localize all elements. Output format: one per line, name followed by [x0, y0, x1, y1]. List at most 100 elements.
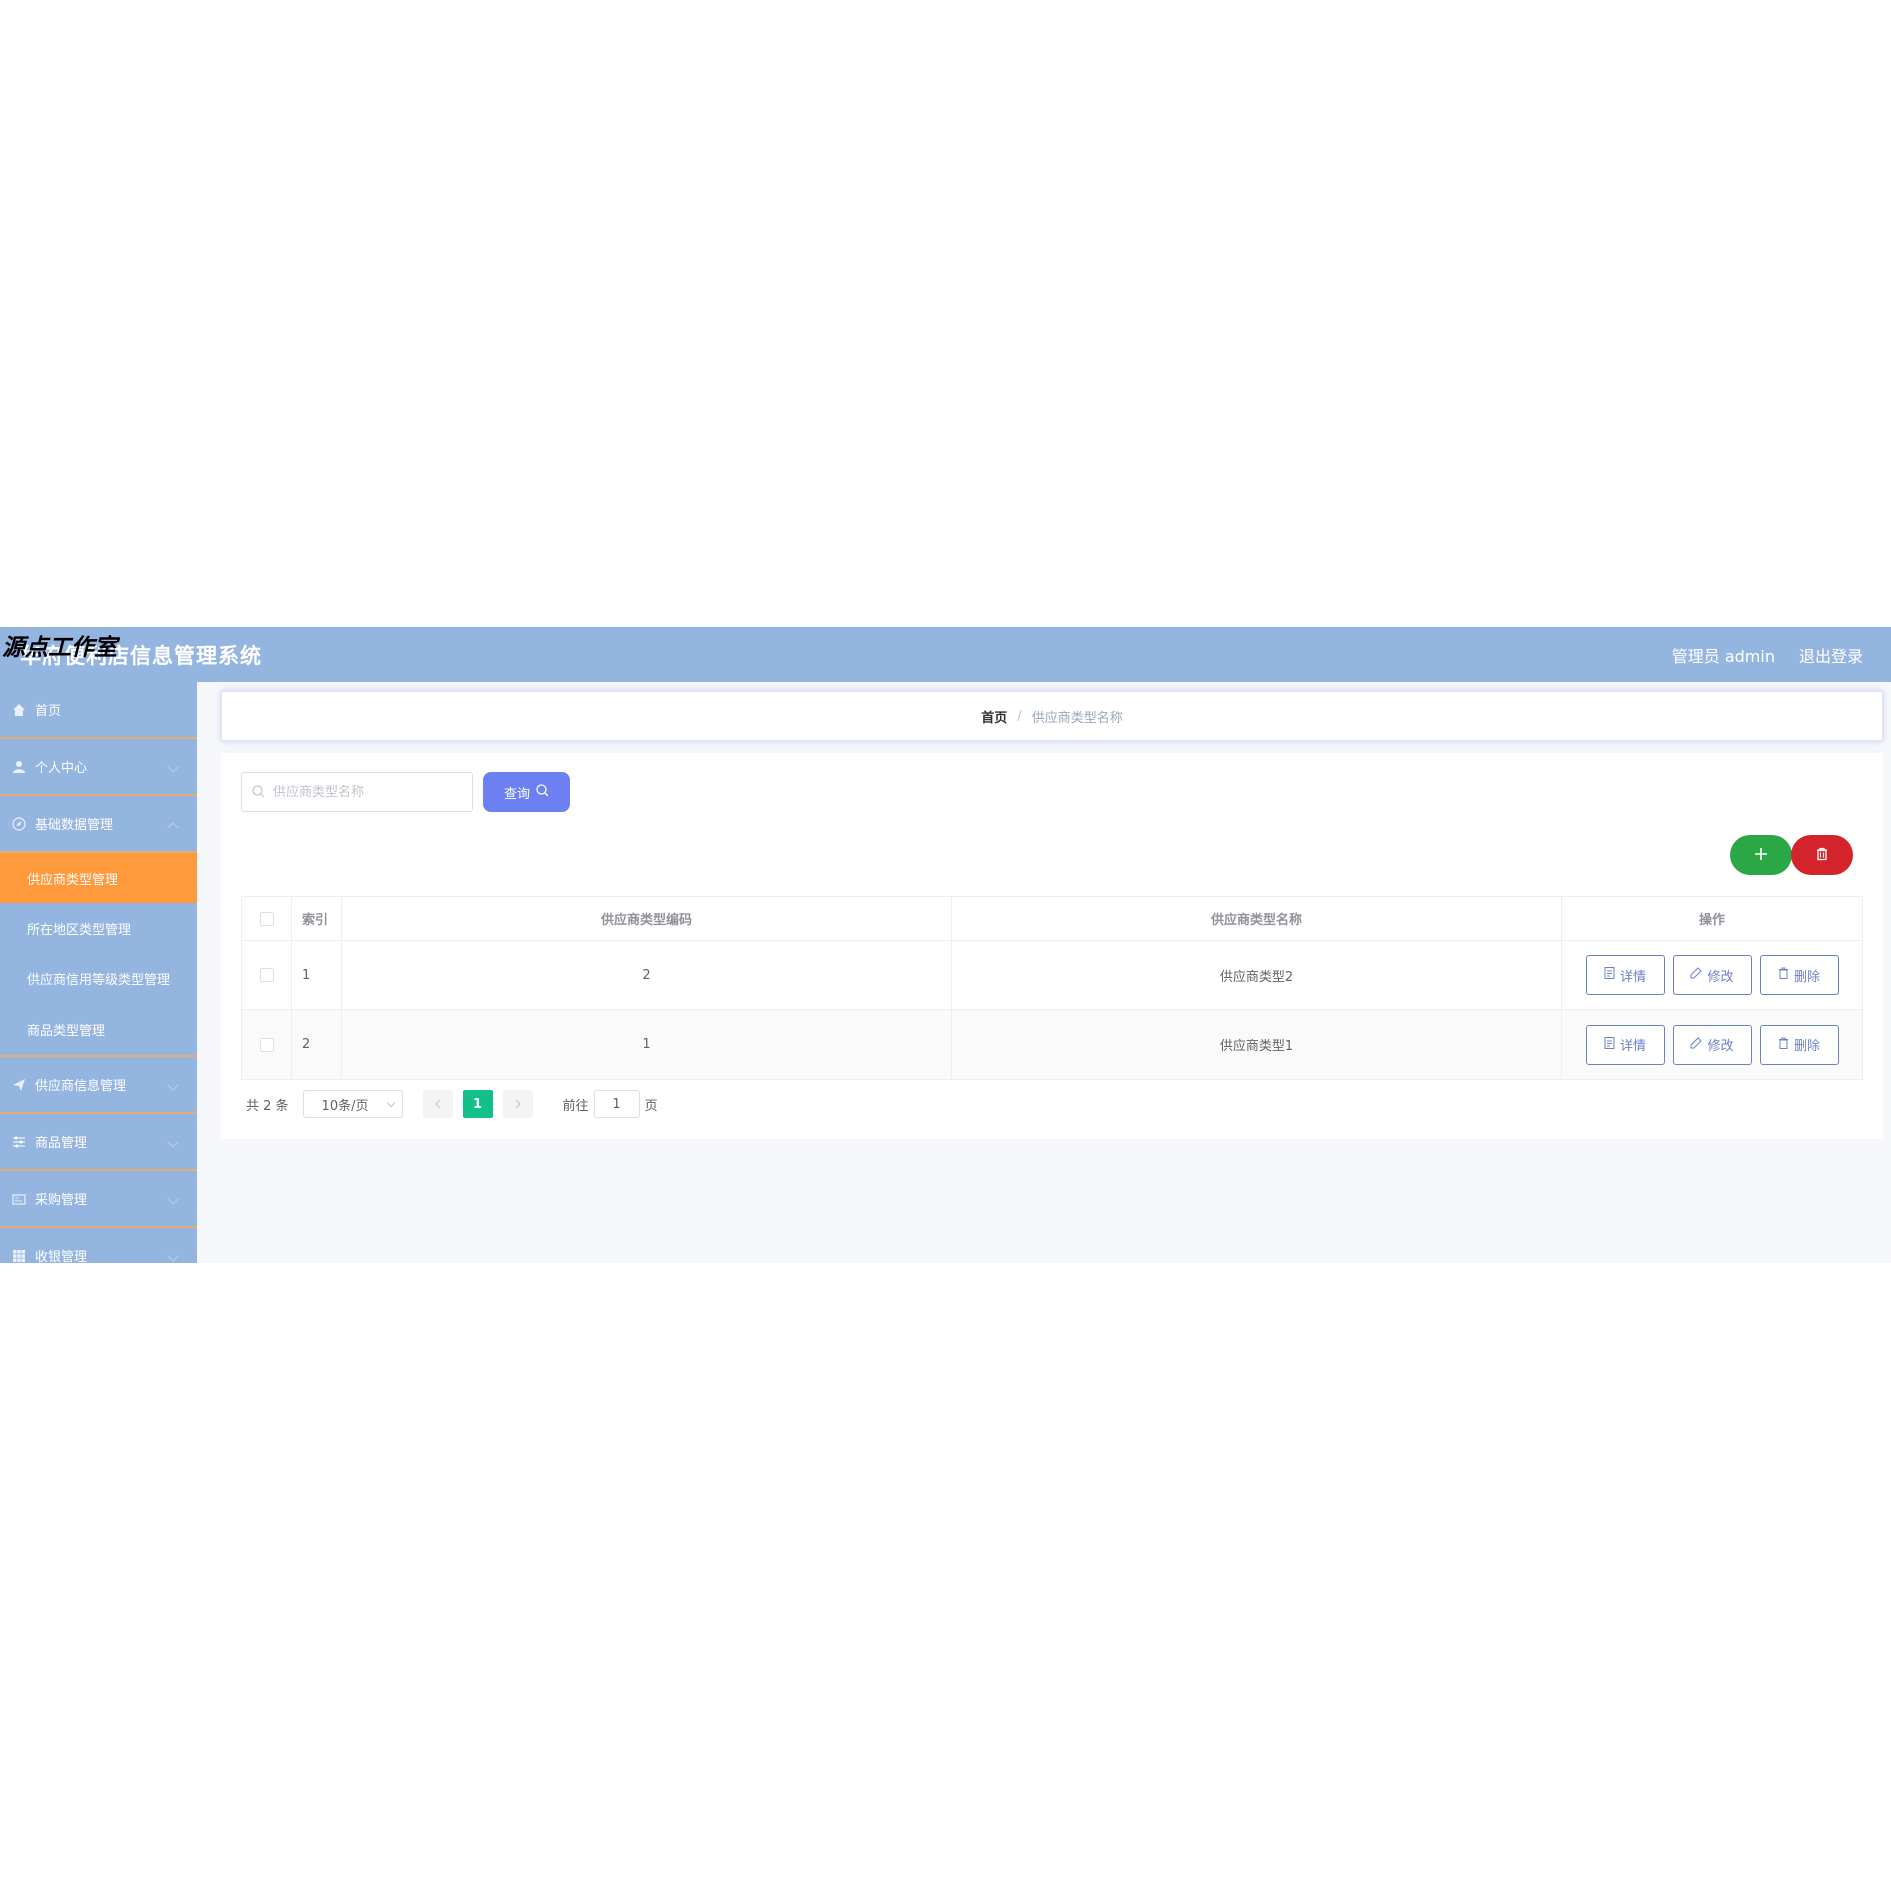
main-panel: 查询 索引 供应商类型编码 供应商类型名称 操作	[221, 753, 1883, 1139]
sidebar-subitem-region-type[interactable]: 所在地区类型管理	[0, 903, 197, 953]
page-size-select[interactable]: 10条/页	[302, 1090, 403, 1118]
detail-button[interactable]: 详情	[1585, 1024, 1665, 1065]
page-number-current[interactable]: 1	[462, 1090, 493, 1118]
cell-actions: 详情 修改 删除	[1562, 941, 1862, 1009]
card-icon	[12, 1192, 26, 1206]
chevron-down-icon	[167, 1193, 179, 1205]
breadcrumb-separator: /	[1017, 708, 1022, 724]
delete-button-label: 删除	[1793, 969, 1820, 985]
sidebar-subitem-credit-level-type[interactable]: 供应商信用等级类型管理	[0, 953, 197, 1003]
chevron-down-icon	[167, 1079, 179, 1091]
cell-name: 供应商类型2	[952, 941, 1562, 1009]
chevron-right-icon	[515, 1099, 521, 1109]
table-header-row: 索引 供应商类型编码 供应商类型名称 操作	[242, 897, 1862, 941]
chevron-up-icon	[167, 822, 179, 834]
query-button[interactable]: 查询	[483, 772, 570, 812]
edit-pencil-icon	[1690, 1036, 1703, 1053]
trash-icon	[1778, 967, 1789, 983]
sidebar-item-label: 收银管理	[35, 1250, 88, 1263]
search-field[interactable]	[241, 772, 473, 812]
chevron-down-icon	[167, 1136, 179, 1148]
sidebar-item-label: 首页	[35, 704, 62, 719]
chevron-left-icon	[434, 1099, 440, 1109]
sidebar-item-label: 个人中心	[35, 761, 88, 776]
column-header-index: 索引	[292, 897, 342, 940]
sidebar-subitem-supplier-type[interactable]: 供应商类型管理	[0, 853, 197, 903]
pagination: 共 2 条 10条/页 1 前往 页	[246, 1089, 658, 1119]
trash-icon	[1815, 846, 1829, 865]
search-icon	[252, 783, 265, 802]
query-button-label: 查询	[503, 786, 530, 802]
detail-button-label: 详情	[1619, 969, 1646, 985]
next-page-button[interactable]	[502, 1090, 533, 1118]
delete-button[interactable]: 删除	[1759, 955, 1839, 995]
watermark-text: 源点工作室	[2, 635, 117, 661]
edit-pencil-icon	[1690, 967, 1703, 983]
data-table: 索引 供应商类型编码 供应商类型名称 操作 1 2 供应商类型2 详情 修改 删…	[241, 896, 1863, 1080]
chevron-down-icon	[386, 1098, 395, 1107]
column-header-actions: 操作	[1698, 913, 1725, 928]
grid-icon	[12, 1249, 26, 1263]
sidebar-item-purchase[interactable]: 采购管理	[0, 1171, 197, 1228]
user-icon	[12, 760, 26, 774]
sidebar-item-home[interactable]: 首页	[0, 682, 197, 739]
sidebar-subitem-goods-type[interactable]: 商品类型管理	[0, 1003, 197, 1057]
edit-button[interactable]: 修改	[1672, 955, 1752, 995]
delete-button-label: 删除	[1793, 1039, 1820, 1054]
select-all-checkbox[interactable]	[259, 911, 274, 926]
chevron-down-icon	[167, 1250, 179, 1262]
table-row: 1 2 供应商类型2 详情 修改 删除	[242, 941, 1862, 1010]
breadcrumb: 首页 / 供应商类型名称	[221, 691, 1883, 741]
sidebar-item-cashier[interactable]: 收银管理	[0, 1228, 197, 1263]
cell-code: 1	[342, 1010, 952, 1079]
edit-button[interactable]: 修改	[1672, 1024, 1752, 1065]
header-user-area: 管理员 admin 退出登录	[1672, 643, 1863, 667]
top-header: 华府便利店信息管理系统 源点工作室 管理员 admin 退出登录	[0, 627, 1891, 682]
row-checkbox[interactable]	[259, 968, 274, 982]
edit-button-label: 修改	[1707, 1039, 1734, 1054]
sliders-icon	[12, 1135, 26, 1149]
breadcrumb-current: 供应商类型名称	[1031, 710, 1123, 726]
cell-index: 1	[292, 941, 342, 1009]
sidebar-item-label: 商品管理	[35, 1136, 88, 1151]
add-button[interactable]	[1730, 835, 1792, 875]
logout-link[interactable]: 退出登录	[1799, 643, 1863, 667]
cell-index: 2	[292, 1010, 342, 1079]
page-size-value: 10条/页	[321, 1098, 369, 1114]
admin-user-label[interactable]: 管理员 admin	[1672, 643, 1775, 667]
row-checkbox[interactable]	[259, 1037, 274, 1052]
goto-page-input[interactable]	[593, 1090, 640, 1118]
sidebar-item-profile[interactable]: 个人中心	[0, 739, 197, 796]
page-suffix-label: 页	[644, 1098, 658, 1114]
compass-icon	[12, 816, 26, 831]
search-input[interactable]	[273, 784, 463, 800]
cell-name: 供应商类型1	[952, 1010, 1562, 1079]
chevron-down-icon	[167, 761, 179, 773]
edit-button-label: 修改	[1707, 969, 1734, 985]
search-icon	[536, 783, 549, 801]
table-row: 2 1 供应商类型1 详情 修改 删除	[242, 1010, 1862, 1079]
sidebar-item-basic-data[interactable]: 基础数据管理	[0, 796, 197, 853]
sidebar-item-goods[interactable]: 商品管理	[0, 1114, 197, 1171]
home-icon	[12, 703, 26, 717]
pagination-total: 共 2 条	[246, 1098, 289, 1114]
prev-page-button[interactable]	[422, 1090, 453, 1118]
goto-label: 前往	[562, 1098, 589, 1114]
column-header-name: 供应商类型名称	[952, 897, 1562, 940]
detail-button[interactable]: 详情	[1585, 955, 1665, 995]
delete-button[interactable]: 删除	[1759, 1024, 1839, 1065]
sidebar-item-supplier-info[interactable]: 供应商信息管理	[0, 1057, 197, 1114]
sidebar-item-label: 基础数据管理	[35, 818, 114, 833]
sidebar-item-label: 采购管理	[35, 1193, 88, 1208]
batch-delete-button[interactable]	[1791, 835, 1853, 875]
header-checkbox-cell	[242, 897, 292, 940]
sidebar-menu: 首页 个人中心 基础数据管理 供应商类型管理 所在地区类型管理 供应商信用等级类…	[0, 682, 197, 1263]
document-icon	[1604, 967, 1615, 983]
breadcrumb-home[interactable]: 首页	[981, 707, 1007, 726]
detail-button-label: 详情	[1619, 1039, 1646, 1054]
plus-icon	[1754, 846, 1768, 865]
trash-icon	[1778, 1037, 1789, 1053]
row-checkbox-cell	[242, 1010, 292, 1079]
cell-actions: 详情 修改 删除	[1562, 1010, 1862, 1079]
cell-code: 2	[342, 941, 952, 1009]
